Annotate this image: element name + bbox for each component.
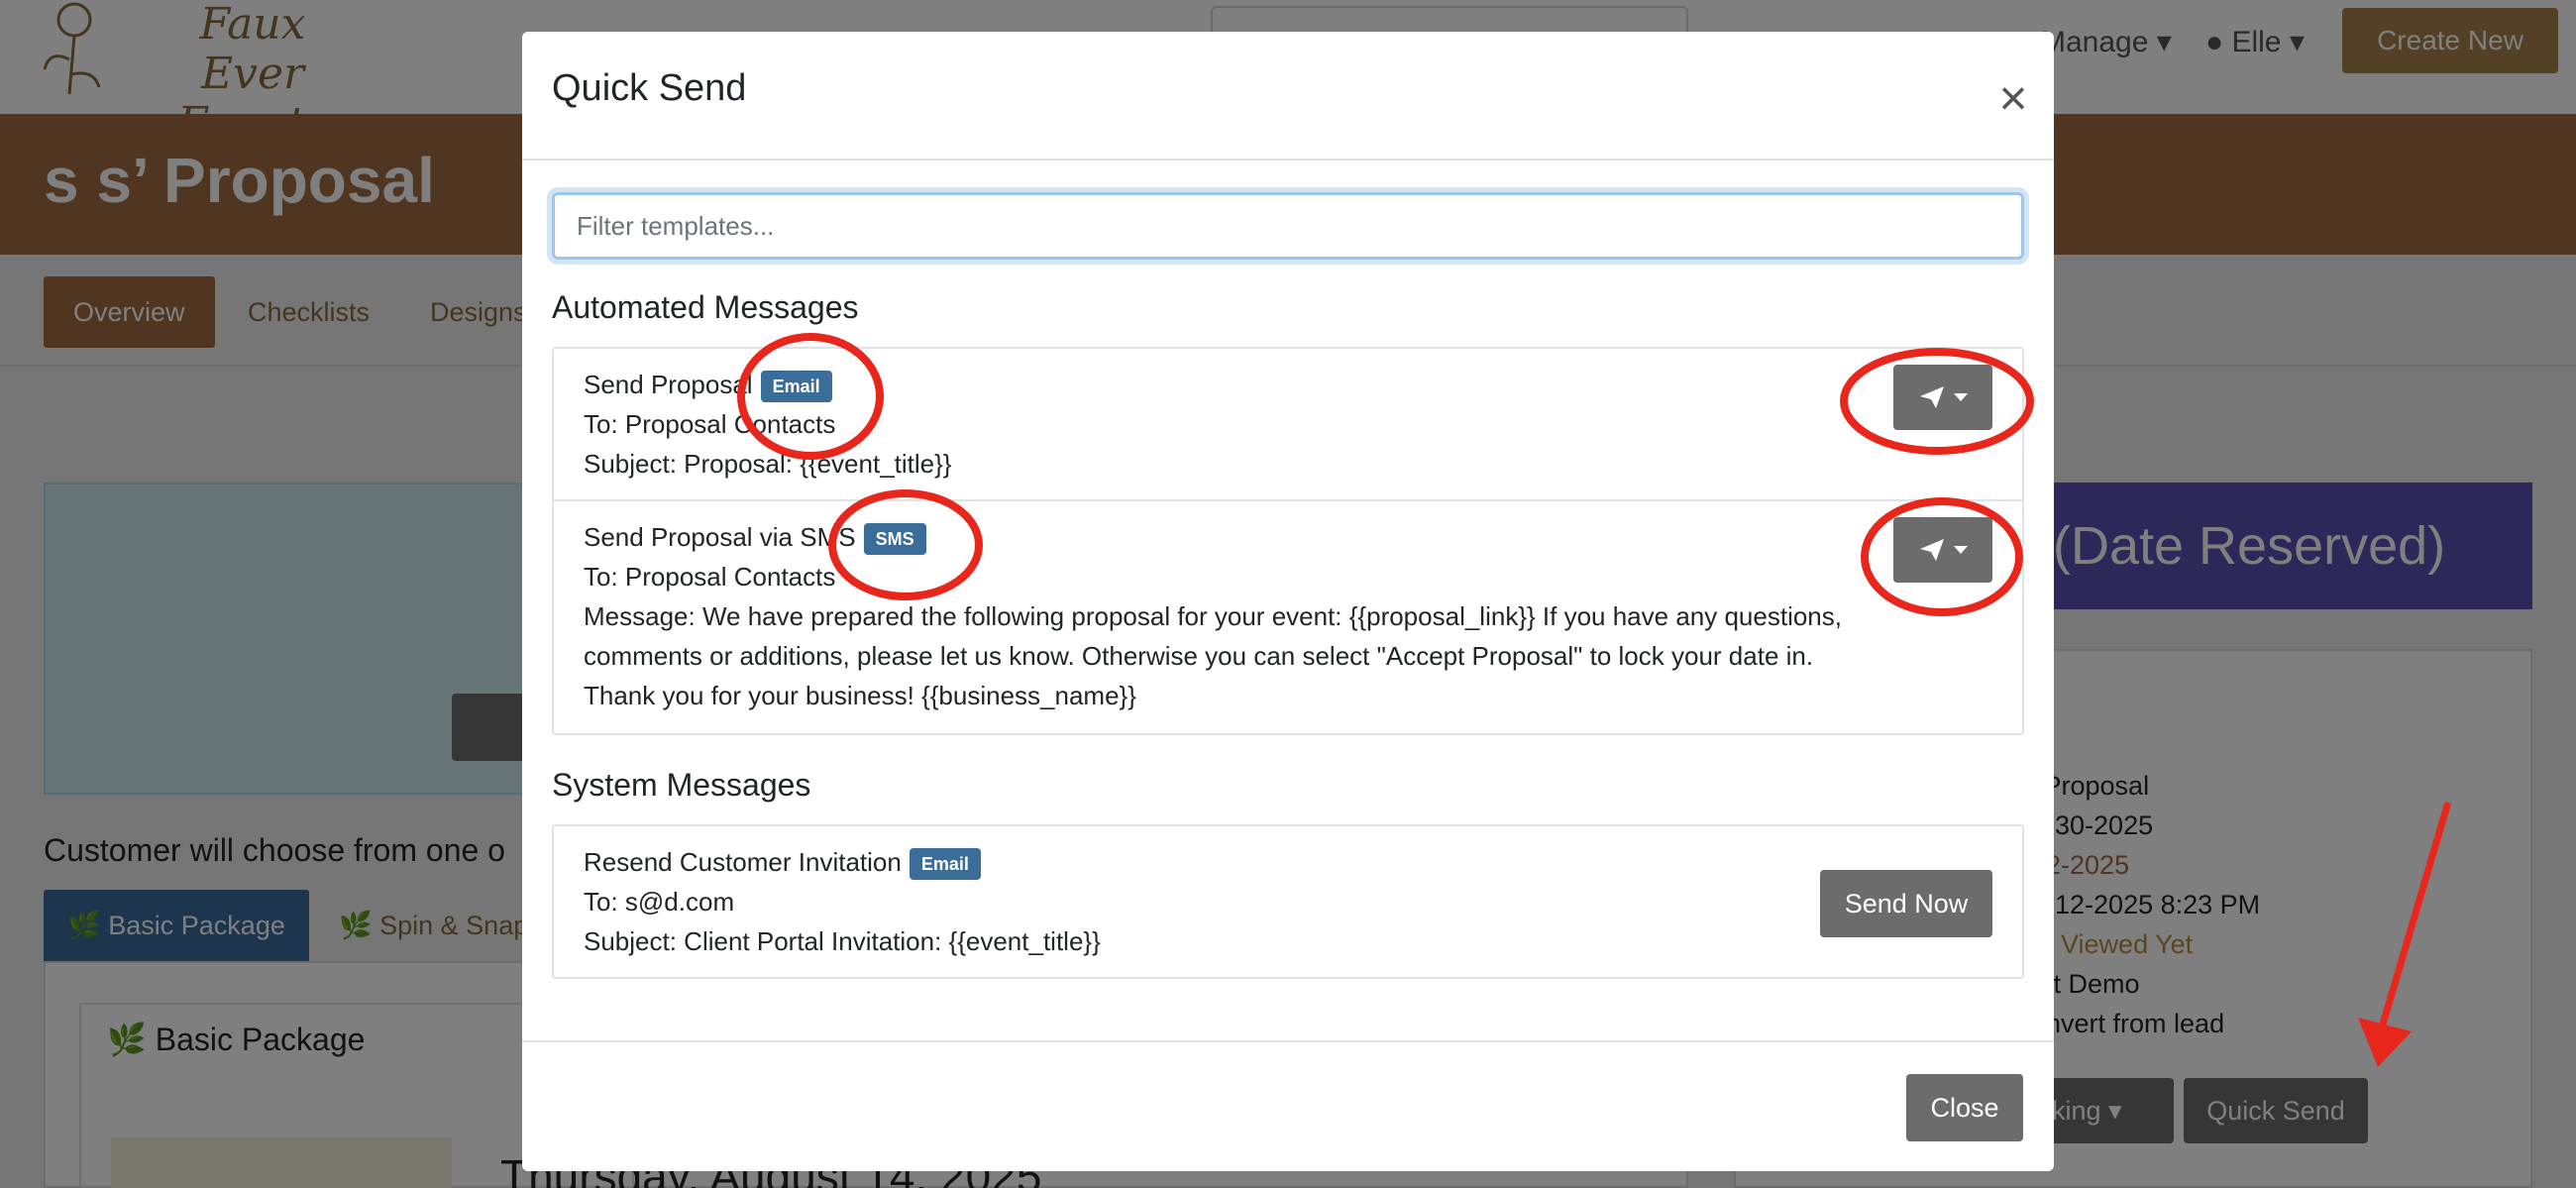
template-name: Send Proposal Email — [584, 365, 832, 404]
modal-header: Quick Send × — [522, 32, 2054, 161]
list-item: Resend Customer Invitation Email To: s@d.… — [554, 826, 2022, 977]
close-icon[interactable]: × — [1988, 73, 2038, 123]
modal-footer: Close — [522, 1040, 2054, 1171]
send-now-button[interactable]: Send Now — [1820, 870, 1992, 937]
system-messages-list: Resend Customer Invitation Email To: s@d.… — [552, 824, 2024, 979]
quick-send-modal: Quick Send × Automated Messages Send Pro… — [522, 32, 2054, 1171]
filter-templates-input[interactable] — [552, 192, 2024, 260]
list-item: Send Proposal via SMS SMS To: Proposal Co… — [554, 501, 2022, 735]
chevron-down-icon — [1954, 393, 1968, 401]
template-to: To: s@d.com — [584, 887, 735, 917]
template-name-label: Resend Customer Invitation — [584, 847, 902, 877]
template-subject: Subject: Proposal: {{event_title}} — [584, 449, 952, 479]
template-subject: Subject: Client Portal Invitation: {{eve… — [584, 926, 1101, 956]
close-button[interactable]: Close — [1906, 1074, 2023, 1141]
template-name: Send Proposal via SMS SMS — [584, 517, 926, 557]
list-item: Send Proposal Email To: Proposal Contacts… — [554, 349, 2022, 501]
modal-title: Quick Send — [552, 67, 747, 109]
system-messages-title: System Messages — [552, 767, 811, 803]
send-dropdown-button[interactable] — [1893, 517, 1992, 583]
email-badge: Email — [909, 848, 981, 881]
template-to: To: Proposal Contacts — [584, 562, 836, 592]
paper-plane-icon — [1920, 539, 1944, 561]
chevron-down-icon — [1954, 546, 1968, 554]
template-name: Resend Customer Invitation Email — [584, 842, 981, 882]
template-message: Message: We have prepared the following … — [584, 601, 1842, 710]
send-dropdown-button[interactable] — [1893, 365, 1992, 430]
annotation-arrow — [2358, 802, 2451, 1067]
automated-messages-title: Automated Messages — [552, 289, 859, 325]
template-name-label: Send Proposal — [584, 370, 753, 399]
email-badge: Email — [760, 371, 832, 403]
template-name-label: Send Proposal via SMS — [584, 522, 856, 552]
automated-messages-list: Send Proposal Email To: Proposal Contacts… — [552, 347, 2024, 735]
paper-plane-icon — [1920, 386, 1944, 408]
sms-badge: SMS — [863, 523, 926, 556]
template-to: To: Proposal Contacts — [584, 409, 836, 439]
